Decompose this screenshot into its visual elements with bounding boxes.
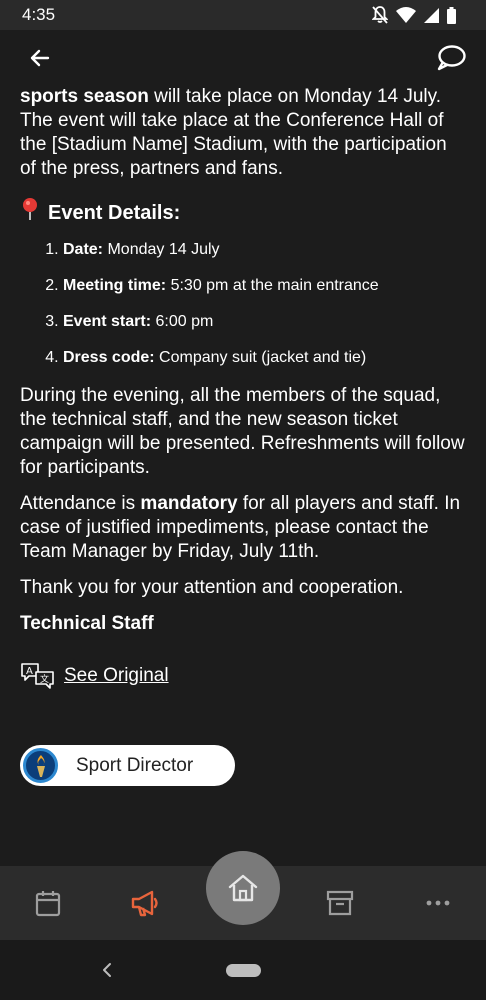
paragraph-attendance: Attendance is mandatory for all players … xyxy=(20,492,466,564)
signature: Technical Staff xyxy=(20,613,154,634)
app-bar xyxy=(0,30,486,86)
detail-label: Date: xyxy=(63,241,104,258)
detail-label: Meeting time: xyxy=(63,277,167,294)
author-name: Sport Director xyxy=(76,754,194,776)
detail-value: Company suit (jacket and tie) xyxy=(154,349,367,366)
arrow-back-icon xyxy=(30,49,50,67)
paragraph-evening: During the evening, all the members of t… xyxy=(20,385,465,478)
event-details-heading: Event Details: xyxy=(20,197,466,228)
calendar-icon xyxy=(35,891,61,917)
torch-icon xyxy=(36,754,45,777)
translate-icon: A 文 xyxy=(21,663,54,689)
list-item: Meeting time: 5:30 pm at the main entran… xyxy=(63,276,466,296)
home-icon xyxy=(228,874,258,902)
wifi-icon xyxy=(396,7,416,23)
system-back-button[interactable] xyxy=(99,960,115,980)
intro-bold: sports season xyxy=(20,86,149,107)
see-original-label[interactable]: See Original xyxy=(64,664,169,688)
svg-text:A: A xyxy=(26,666,33,677)
list-item: Dress code: Company suit (jacket and tie… xyxy=(63,348,466,368)
chevron-left-icon xyxy=(103,963,111,977)
comments-button[interactable] xyxy=(434,42,468,74)
detail-label: Dress code: xyxy=(63,349,155,366)
list-item: Date: Monday 14 July xyxy=(63,240,466,260)
detail-label: Event start: xyxy=(63,313,152,330)
notifications-off-icon xyxy=(372,6,388,24)
detail-value: 6:00 pm xyxy=(151,313,214,330)
svg-text:文: 文 xyxy=(40,673,49,685)
nav-calendar[interactable] xyxy=(18,866,78,940)
detail-value: 5:30 pm at the main entrance xyxy=(166,277,379,294)
status-icons xyxy=(372,6,456,24)
pin-icon xyxy=(20,197,42,228)
back-button[interactable] xyxy=(24,42,56,74)
attendance-start: Attendance is xyxy=(20,493,141,514)
list-item: Event start: 6:00 pm xyxy=(63,312,466,332)
battery-icon xyxy=(447,6,456,24)
author-chip[interactable]: Sport Director xyxy=(20,745,235,786)
avatar xyxy=(23,748,58,783)
nav-announcements[interactable] xyxy=(115,866,175,940)
archive-icon xyxy=(326,890,354,916)
status-time: 4:35 xyxy=(22,5,56,24)
megaphone-icon xyxy=(131,890,158,917)
home-button[interactable] xyxy=(206,851,280,925)
detail-value: Monday 14 July xyxy=(103,241,220,258)
chat-bubble-icon xyxy=(437,45,466,71)
see-original-link[interactable]: A 文 See Original xyxy=(20,662,466,690)
nav-archive[interactable] xyxy=(310,866,370,940)
more-icon xyxy=(426,900,450,906)
paragraph-thanks: Thank you for your attention and coopera… xyxy=(20,577,404,598)
status-bar: 4:35 xyxy=(0,0,486,30)
attendance-bold: mandatory xyxy=(140,493,238,514)
nav-more[interactable] xyxy=(408,866,468,940)
cellular-signal-icon xyxy=(424,7,439,23)
system-home-pill[interactable] xyxy=(226,964,261,977)
event-details-title: Event Details: xyxy=(48,201,181,224)
event-details-list: Date: Monday 14 July Meeting time: 5:30 … xyxy=(20,240,466,368)
post-intro: sports season will take place on Monday … xyxy=(20,86,466,181)
